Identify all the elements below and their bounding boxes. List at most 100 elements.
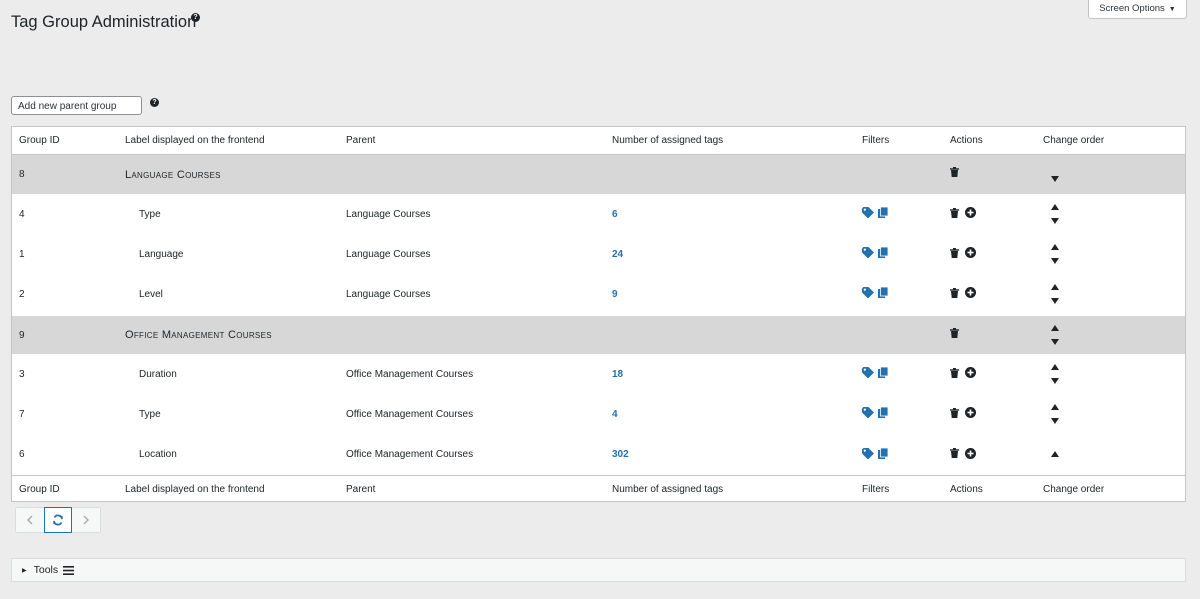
assigned-tags-link[interactable]: 9 [612, 274, 618, 314]
order-arrows [1051, 434, 1059, 475]
trash-icon[interactable] [950, 287, 959, 301]
col-footer-parent[interactable]: Parent [346, 476, 375, 503]
group-id: 8 [19, 169, 25, 180]
col-footer-filters: Filters [862, 484, 890, 495]
group-id: 6 [19, 449, 25, 460]
col-header-parent[interactable]: Parent [346, 127, 375, 154]
chevron-left-icon [27, 515, 33, 525]
group-parent: Office Management Courses [346, 408, 474, 420]
trash-icon[interactable] [950, 328, 959, 341]
add-parent-group-input[interactable]: Add new parent group [11, 96, 142, 115]
tag-icon[interactable] [862, 206, 874, 221]
help-icon[interactable]: ? [191, 13, 200, 22]
group-id: 2 [19, 288, 25, 300]
tag-icon[interactable] [862, 406, 874, 421]
group-label[interactable]: Location [125, 434, 177, 475]
plus-circle-icon[interactable] [965, 367, 976, 381]
help-icon[interactable]: ? [150, 98, 159, 107]
actions [950, 434, 976, 475]
move-down-icon[interactable] [1051, 216, 1059, 227]
plus-circle-icon[interactable] [965, 207, 976, 221]
trash-icon[interactable] [950, 167, 959, 180]
move-down-icon[interactable] [1051, 416, 1059, 427]
group-id: 7 [19, 408, 25, 420]
move-up-icon[interactable] [1051, 449, 1059, 460]
filters [862, 234, 889, 274]
move-up-icon[interactable] [1051, 362, 1059, 373]
move-down-icon[interactable] [1051, 337, 1059, 348]
col-header-order: Change order [1043, 135, 1105, 146]
posts-icon[interactable] [878, 286, 889, 301]
expand-triangle-icon: ▶ [22, 567, 27, 574]
screen-options-button[interactable]: Screen Options ▼ [1088, 0, 1187, 19]
assigned-tags-link[interactable]: 6 [612, 194, 618, 234]
group-parent: Language Courses [346, 208, 431, 220]
col-header-count[interactable]: Number of assigned tags [612, 127, 723, 154]
move-up-icon[interactable] [1051, 242, 1059, 253]
move-up-icon[interactable] [1051, 202, 1059, 213]
move-up-icon[interactable] [1051, 282, 1059, 293]
prev-page-button[interactable] [16, 508, 44, 532]
order-arrows [1051, 194, 1059, 234]
plus-circle-icon[interactable] [965, 247, 976, 261]
move-down-icon[interactable] [1051, 376, 1059, 387]
move-up-icon[interactable] [1051, 402, 1059, 413]
group-parent: Language Courses [346, 248, 431, 260]
col-header-label[interactable]: Label displayed on the frontend [125, 127, 265, 154]
parent-group-row: 8 Language Courses [12, 155, 1185, 194]
group-label[interactable]: Type [125, 394, 161, 434]
actions [950, 274, 976, 314]
tag-icon[interactable] [862, 447, 874, 462]
assigned-tags-link[interactable]: 18 [612, 354, 623, 394]
posts-icon[interactable] [878, 447, 889, 462]
assigned-tags-link[interactable]: 302 [612, 434, 629, 475]
posts-icon[interactable] [878, 246, 889, 261]
plus-circle-icon[interactable] [965, 407, 976, 421]
tag-icon[interactable] [862, 366, 874, 381]
trash-icon[interactable] [950, 247, 959, 261]
posts-icon[interactable] [878, 406, 889, 421]
trash-icon[interactable] [950, 207, 959, 221]
trash-icon[interactable] [950, 448, 959, 461]
tools-panel[interactable]: ▶ Tools [11, 558, 1186, 582]
group-label[interactable]: Duration [125, 354, 177, 394]
order-arrows [1051, 155, 1059, 194]
filters [862, 394, 889, 434]
col-footer-label[interactable]: Label displayed on the frontend [125, 476, 265, 503]
refresh-icon [53, 514, 63, 526]
group-label[interactable]: Language Courses [125, 155, 221, 194]
next-page-button[interactable] [72, 508, 100, 532]
plus-circle-icon[interactable] [965, 287, 976, 301]
tag-icon[interactable] [862, 286, 874, 301]
child-group-row: 6 Location Office Management Courses 302 [12, 434, 1185, 475]
order-arrows [1051, 234, 1059, 274]
tag-group-table: Group ID Label displayed on the frontend… [11, 126, 1186, 502]
col-footer-actions: Actions [950, 484, 983, 495]
assigned-tags-link[interactable]: 4 [612, 394, 618, 434]
group-label[interactable]: Level [125, 274, 163, 314]
assigned-tags-link[interactable]: 24 [612, 234, 623, 274]
chevron-right-icon [83, 515, 89, 525]
move-down-icon[interactable] [1051, 256, 1059, 267]
group-label[interactable]: Office Management Courses [125, 316, 272, 354]
tag-icon[interactable] [862, 246, 874, 261]
actions [950, 354, 976, 394]
filters [862, 434, 889, 475]
col-footer-id[interactable]: Group ID [19, 476, 60, 503]
posts-icon[interactable] [878, 206, 889, 221]
move-down-icon[interactable] [1051, 174, 1059, 185]
trash-icon[interactable] [950, 407, 959, 421]
group-label[interactable]: Language [125, 234, 184, 274]
move-up-icon[interactable] [1051, 323, 1059, 334]
col-header-id[interactable]: Group ID [19, 127, 60, 154]
parent-group-row: 9 Office Management Courses [12, 316, 1185, 354]
move-down-icon[interactable] [1051, 296, 1059, 307]
refresh-button[interactable] [44, 507, 72, 533]
group-label[interactable]: Type [125, 194, 161, 234]
col-footer-count[interactable]: Number of assigned tags [612, 476, 723, 503]
plus-circle-icon[interactable] [965, 447, 976, 462]
posts-icon[interactable] [878, 366, 889, 381]
order-arrows [1051, 394, 1059, 434]
trash-icon[interactable] [950, 367, 959, 381]
order-arrows [1051, 316, 1059, 354]
